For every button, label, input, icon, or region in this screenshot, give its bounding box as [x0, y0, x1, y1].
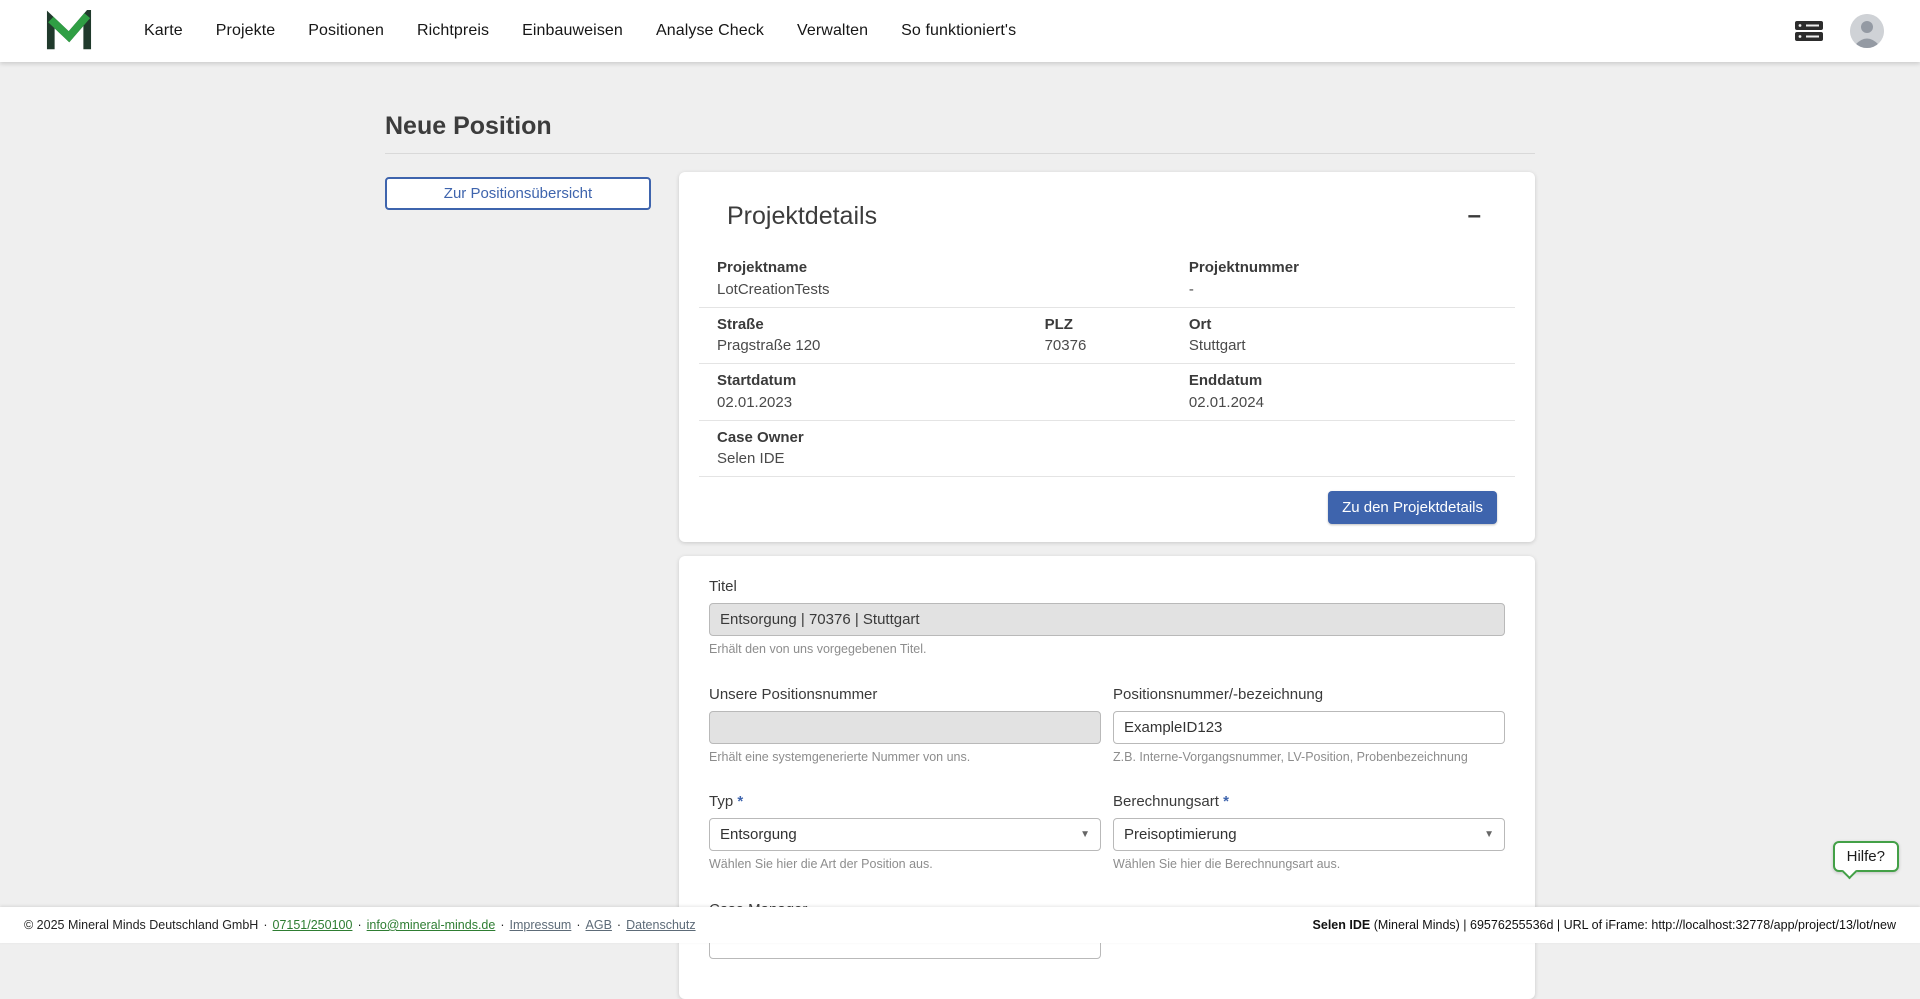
berechnungsart-helper: Wählen Sie hier die Berechnungsart aus. [1113, 857, 1505, 873]
footer: © 2025 Mineral Minds Deutschland GmbH · … [0, 907, 1920, 943]
nav-einbauweisen[interactable]: Einbauweisen [522, 22, 623, 40]
typ-helper: Wählen Sie hier die Art der Position aus… [709, 857, 1101, 873]
projektnummer-label: Projektnummer [1189, 259, 1497, 278]
title-divider [385, 153, 1535, 154]
help-button-label: Hilfe? [1847, 848, 1885, 865]
unsere-positionsnummer-helper: Erhält eine systemgenerierte Nummer von … [709, 750, 1101, 766]
session-details: (Mineral Minds) | 69576255536d | URL of … [1370, 918, 1896, 932]
berechnungsart-select[interactable]: Preisoptimierung ▼ [1113, 818, 1505, 851]
nav-so-funktionierts[interactable]: So funktioniert's [901, 22, 1016, 40]
berechnungsart-select-value: Preisoptimierung [1124, 826, 1237, 843]
footer-datenschutz-link[interactable]: Datenschutz [626, 918, 695, 932]
session-user: Selen IDE [1313, 918, 1371, 932]
table-row: Case Owner Selen IDE [699, 421, 1515, 478]
main-content: Neue Position Zur Positionsübersicht Pro… [0, 112, 1920, 999]
startdatum-value: 02.01.2023 [717, 394, 1189, 413]
footer-email-link[interactable]: info@mineral-minds.de [367, 918, 496, 932]
main-navigation: Karte Projekte Positionen Richtpreis Ein… [144, 22, 1016, 40]
footer-agb-link[interactable]: AGB [586, 918, 612, 932]
footer-legal: © 2025 Mineral Minds Deutschland GmbH · … [24, 918, 696, 932]
projektname-value: LotCreationTests [717, 281, 1189, 300]
ort-value: Stuttgart [1189, 337, 1497, 356]
table-row: Straße Pragstraße 120 PLZ 70376 Ort Stut… [699, 308, 1515, 365]
table-row: Projektname LotCreationTests Projektnumm… [699, 251, 1515, 308]
user-avatar[interactable] [1850, 14, 1884, 48]
required-asterisk: * [737, 793, 743, 810]
positionsnummer-helper: Z.B. Interne-Vorgangsnummer, LV-Position… [1113, 750, 1505, 766]
projektname-label: Projektname [717, 259, 1189, 278]
enddatum-label: Enddatum [1189, 372, 1497, 391]
projektnummer-value: - [1189, 281, 1497, 300]
back-to-positions-button[interactable]: Zur Positionsübersicht [385, 177, 651, 210]
footer-phone-link[interactable]: 07151/250100 [273, 918, 353, 932]
nav-analyse-check[interactable]: Analyse Check [656, 22, 764, 40]
unsere-positionsnummer-input [709, 711, 1101, 744]
typ-select-value: Entsorgung [720, 826, 797, 843]
berechnungsart-label: Berechnungsart * [1113, 793, 1505, 811]
chevron-down-icon: ▼ [1080, 829, 1090, 840]
project-details-table: Projektname LotCreationTests Projektnumm… [699, 251, 1515, 477]
page-title: Neue Position [385, 112, 1535, 141]
help-button[interactable]: Hilfe? [1833, 841, 1899, 872]
positionsnummer-input[interactable] [1113, 711, 1505, 744]
collapse-icon[interactable]: – [1462, 202, 1487, 230]
copyright-text: © 2025 Mineral Minds Deutschland GmbH [24, 918, 258, 932]
nav-positionen[interactable]: Positionen [308, 22, 384, 40]
titel-helper: Erhält den von uns vorgegebenen Titel. [709, 642, 1505, 658]
unsere-positionsnummer-label: Unsere Positionsnummer [709, 686, 1101, 704]
server-icon[interactable] [1794, 20, 1824, 42]
plz-label: PLZ [1045, 316, 1189, 335]
titel-input [709, 603, 1505, 636]
project-details-card: Projektdetails – Projektname LotCreation… [679, 172, 1535, 542]
nav-karte[interactable]: Karte [144, 22, 183, 40]
mineral-minds-logo[interactable] [46, 10, 92, 52]
project-details-button[interactable]: Zu den Projektdetails [1328, 491, 1497, 524]
logo-m-icon [46, 10, 92, 52]
required-asterisk: * [1223, 793, 1229, 810]
titel-label: Titel [709, 578, 1505, 596]
enddatum-value: 02.01.2024 [1189, 394, 1497, 413]
session-info: Selen IDE (Mineral Minds) | 69576255536d… [1313, 918, 1896, 932]
footer-impressum-link[interactable]: Impressum [510, 918, 572, 932]
nav-verwalten[interactable]: Verwalten [797, 22, 868, 40]
startdatum-label: Startdatum [717, 372, 1189, 391]
ort-label: Ort [1189, 316, 1497, 335]
plz-value: 70376 [1045, 337, 1189, 356]
case-owner-value: Selen IDE [717, 450, 1189, 469]
typ-select[interactable]: Entsorgung ▼ [709, 818, 1101, 851]
chevron-down-icon: ▼ [1484, 829, 1494, 840]
top-navbar: Karte Projekte Positionen Richtpreis Ein… [0, 0, 1920, 62]
strasse-value: Pragstraße 120 [717, 337, 1045, 356]
person-icon [1850, 14, 1884, 48]
nav-richtpreis[interactable]: Richtpreis [417, 22, 489, 40]
strasse-label: Straße [717, 316, 1045, 335]
positionsnummer-label: Positionsnummer/-bezeichnung [1113, 686, 1505, 704]
table-row: Startdatum 02.01.2023 Enddatum 02.01.202… [699, 364, 1515, 421]
project-card-title: Projektdetails [727, 202, 877, 231]
typ-label: Typ * [709, 793, 1101, 811]
case-owner-label: Case Owner [717, 429, 1189, 448]
nav-projekte[interactable]: Projekte [216, 22, 276, 40]
